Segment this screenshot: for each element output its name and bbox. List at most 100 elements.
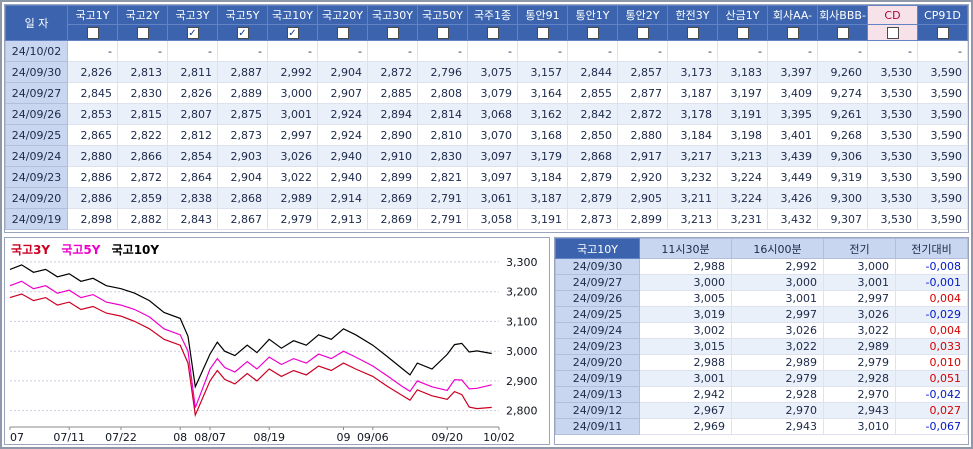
value-1600[interactable]: 3,026	[731, 322, 824, 339]
rate-cell[interactable]: 2,903	[217, 145, 268, 167]
rate-cell[interactable]: -	[367, 40, 418, 62]
rate-cell[interactable]: 3,530	[867, 166, 918, 188]
rate-cell[interactable]: 2,853	[67, 103, 118, 125]
column-header-13[interactable]: 산금1Y	[717, 5, 768, 25]
rate-cell[interactable]: 3,157	[517, 61, 568, 83]
rate-cell[interactable]: 2,808	[417, 82, 468, 104]
rate-cell[interactable]: 2,812	[167, 124, 218, 146]
rate-cell[interactable]: 2,826	[167, 82, 218, 104]
rate-cell[interactable]: 3,530	[867, 61, 918, 83]
rate-cell[interactable]: 2,850	[567, 124, 618, 146]
value-1600[interactable]: 2,943	[731, 418, 824, 435]
column-checkbox-9[interactable]	[517, 24, 568, 41]
checkbox-icon[interactable]	[736, 27, 749, 39]
value-change[interactable]: -0,042	[895, 386, 968, 403]
column-header-12[interactable]: 한전3Y	[667, 5, 718, 25]
rate-cell[interactable]: 3,198	[717, 124, 768, 146]
detail-date[interactable]: 24/09/24	[555, 322, 640, 339]
rate-cell[interactable]: 2,992	[267, 61, 318, 83]
column-checkbox-0[interactable]	[67, 24, 118, 41]
value-1130[interactable]: 3,001	[639, 370, 732, 387]
column-checkbox-10[interactable]	[567, 24, 618, 41]
value-1130[interactable]: 2,942	[639, 386, 732, 403]
detail-date[interactable]: 24/09/20	[555, 354, 640, 371]
rate-cell[interactable]: 3,232	[667, 166, 718, 188]
value-prev[interactable]: 2,970	[823, 386, 896, 403]
detail-date[interactable]: 24/09/25	[555, 306, 640, 323]
value-prev[interactable]: 2,997	[823, 290, 896, 307]
value-1130[interactable]: 2,988	[639, 354, 732, 371]
value-prev[interactable]: 3,001	[823, 274, 896, 291]
column-checkbox-17[interactable]	[917, 24, 968, 41]
rate-cell[interactable]: 2,842	[567, 103, 618, 125]
rate-cell[interactable]: 3,224	[717, 166, 768, 188]
rate-cell[interactable]: 9,306	[817, 145, 868, 167]
rate-cell[interactable]: 3,530	[867, 145, 918, 167]
rate-cell[interactable]: 3,231	[717, 208, 768, 230]
rate-cell[interactable]: -	[767, 40, 818, 62]
rate-cell[interactable]: 2,875	[217, 103, 268, 125]
value-prev[interactable]: 2,943	[823, 402, 896, 419]
rate-cell[interactable]: 2,904	[217, 166, 268, 188]
rate-cell[interactable]: 2,890	[367, 124, 418, 146]
rate-cell[interactable]: 2,814	[417, 103, 468, 125]
column-checkbox-6[interactable]	[367, 24, 418, 41]
checkbox-icon[interactable]	[486, 27, 499, 39]
row-date[interactable]: 24/09/25	[5, 124, 68, 146]
rate-cell[interactable]: 2,830	[417, 145, 468, 167]
rate-cell[interactable]: 9,300	[817, 187, 868, 209]
rate-cell[interactable]: 3,191	[517, 208, 568, 230]
rate-cell[interactable]: 9,307	[817, 208, 868, 230]
rate-cell[interactable]: 3,530	[867, 124, 918, 146]
rate-cell[interactable]: 3,162	[517, 103, 568, 125]
value-change[interactable]: 0,033	[895, 338, 968, 355]
rate-cell[interactable]: 3,530	[867, 103, 918, 125]
rate-cell[interactable]: 3,449	[767, 166, 818, 188]
column-header-17[interactable]: CP91D	[917, 5, 968, 25]
rate-cell[interactable]: 3,590	[917, 145, 968, 167]
rate-cell[interactable]: 3,224	[717, 187, 768, 209]
checkbox-icon[interactable]	[886, 27, 899, 39]
rate-cell[interactable]: 2,898	[67, 208, 118, 230]
value-1130[interactable]: 3,000	[639, 274, 732, 291]
rate-cell[interactable]: 3,168	[517, 124, 568, 146]
rate-cell[interactable]: 2,889	[217, 82, 268, 104]
column-checkbox-14[interactable]	[767, 24, 818, 41]
column-checkbox-2[interactable]: ✓	[167, 24, 218, 41]
rate-cell[interactable]: 3,590	[917, 166, 968, 188]
rate-cell[interactable]: 2,917	[617, 145, 668, 167]
rate-cell[interactable]: 2,859	[117, 187, 168, 209]
rate-cell[interactable]: 2,869	[367, 187, 418, 209]
value-change[interactable]: 0,004	[895, 322, 968, 339]
detail-date[interactable]: 24/09/19	[555, 370, 640, 387]
rate-cell[interactable]: 2,913	[317, 208, 368, 230]
rate-cell[interactable]: 3,530	[867, 187, 918, 209]
value-1600[interactable]: 2,997	[731, 306, 824, 323]
rate-cell[interactable]: -	[217, 40, 268, 62]
rate-cell[interactable]: 3,432	[767, 208, 818, 230]
rate-cell[interactable]: 2,894	[367, 103, 418, 125]
rate-cell[interactable]: -	[817, 40, 868, 62]
rate-cell[interactable]: 3,000	[267, 82, 318, 104]
column-header-5[interactable]: 국고20Y	[317, 5, 368, 25]
rate-cell[interactable]: 2,855	[567, 82, 618, 104]
rate-cell[interactable]: -	[567, 40, 618, 62]
rate-cell[interactable]: 2,864	[167, 166, 218, 188]
detail-date[interactable]: 24/09/11	[555, 418, 640, 435]
checkbox-icon[interactable]	[436, 27, 449, 39]
rate-cell[interactable]: 3,590	[917, 61, 968, 83]
value-1130[interactable]: 2,967	[639, 402, 732, 419]
rate-cell[interactable]: 2,882	[117, 208, 168, 230]
row-date[interactable]: 24/09/24	[5, 145, 68, 167]
rate-cell[interactable]: 2,920	[617, 166, 668, 188]
rate-cell[interactable]: 3,075	[467, 61, 518, 83]
value-1600[interactable]: 2,970	[731, 402, 824, 419]
row-date[interactable]: 24/09/20	[5, 187, 68, 209]
column-header-11[interactable]: 통안2Y	[617, 5, 668, 25]
rate-cell[interactable]: 3,211	[667, 187, 718, 209]
rate-cell[interactable]: 2,899	[617, 208, 668, 230]
checkbox-icon[interactable]	[686, 27, 699, 39]
rate-cell[interactable]: 2,880	[67, 145, 118, 167]
rate-cell[interactable]: 3,197	[717, 82, 768, 104]
rate-cell[interactable]: 3,191	[717, 103, 768, 125]
